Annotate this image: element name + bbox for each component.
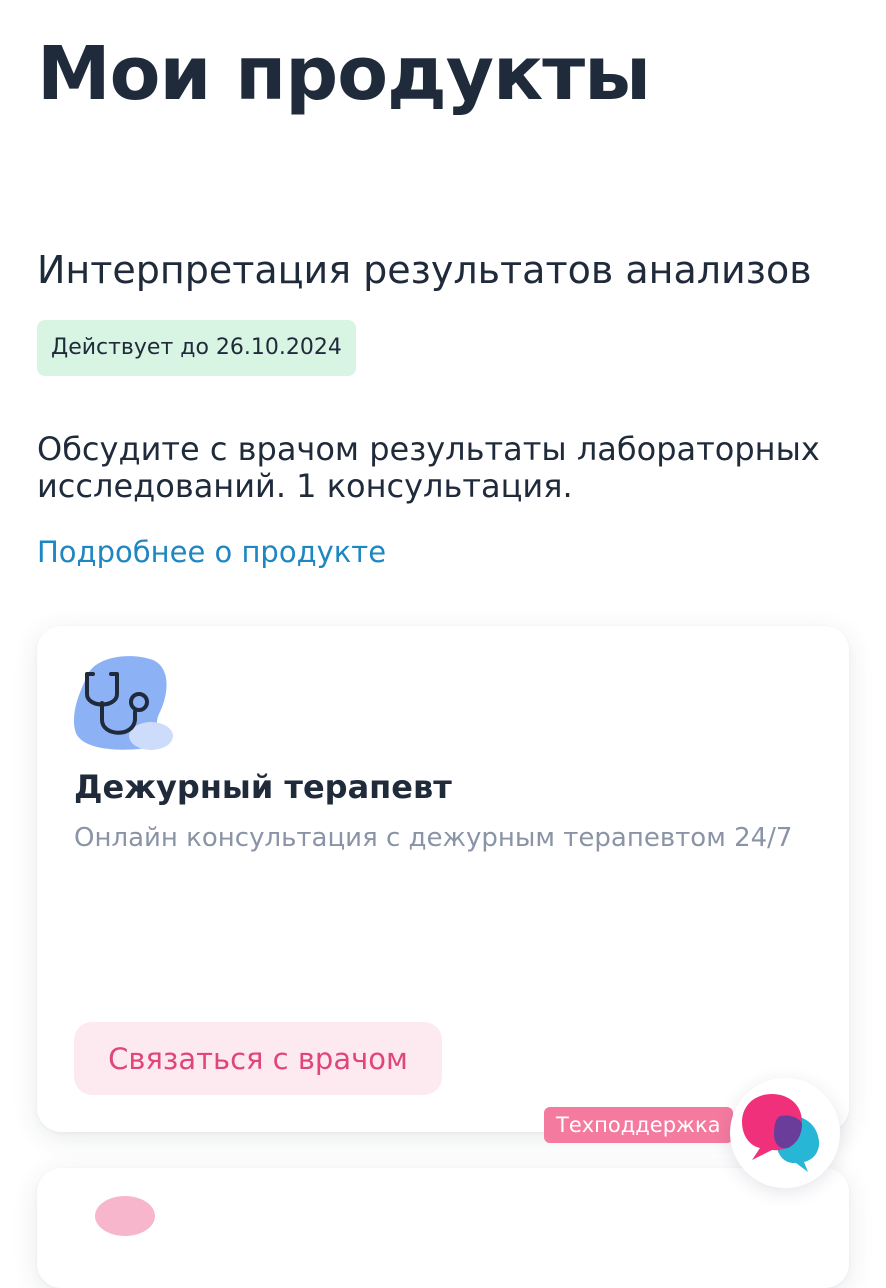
page-title: Мои продукты bbox=[37, 31, 651, 117]
product-name: Интерпретация результатов анализов bbox=[37, 248, 812, 292]
service-card-therapist: Дежурный терапевт Онлайн консультация с … bbox=[37, 626, 849, 1132]
support-chat-button[interactable] bbox=[730, 1078, 840, 1188]
product-description: Обсудите с врачом результаты лабораторны… bbox=[37, 430, 820, 505]
product-details-link[interactable]: Подробнее о продукте bbox=[37, 534, 386, 571]
service-icon bbox=[95, 1196, 155, 1236]
validity-badge: Действует до 26.10.2024 bbox=[37, 320, 356, 376]
stethoscope-icon bbox=[73, 654, 173, 750]
service-card-next bbox=[37, 1168, 849, 1288]
contact-doctor-button[interactable]: Связаться с врачом bbox=[74, 1022, 442, 1095]
service-title: Дежурный терапевт bbox=[74, 768, 452, 806]
chat-bubbles-icon bbox=[742, 1094, 820, 1172]
service-subtitle: Онлайн консультация с дежурным терапевто… bbox=[74, 823, 793, 853]
support-label[interactable]: Техподдержка bbox=[544, 1107, 733, 1143]
